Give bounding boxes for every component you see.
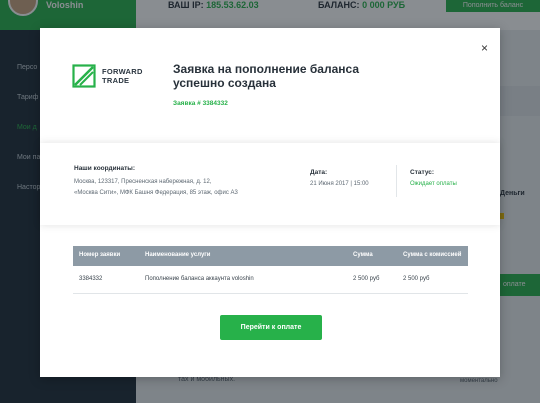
order-number: Заявка # 3384332 (173, 100, 228, 107)
modal-title: Заявка на пополнение баланса успешно соз… (173, 62, 359, 90)
date-value: 21 Июня 2017 | 15:00 (310, 181, 369, 187)
logo-icon (72, 64, 96, 88)
status-value: Ожидает оплаты (410, 181, 457, 187)
header-amount-commission: Сумма с комиссией (403, 252, 462, 258)
order-modal: × FORWARD TRADE Заявка на пополнение бал… (40, 28, 500, 377)
cell-service: Пополнение баланса аккаунта voloshin (145, 276, 254, 282)
header-service: Наименование услуги (145, 252, 211, 258)
order-info: Наши координаты: Москва, 123317, Преснен… (40, 143, 500, 225)
status-label: Статус: (410, 169, 435, 176)
cell-order-number: 3384332 (79, 276, 103, 282)
header-amount: Сумма (353, 252, 373, 258)
header-order-number: Номер заявки (79, 252, 121, 258)
proceed-to-payment-button[interactable]: Перейти к оплате (220, 315, 322, 340)
logo-text: FORWARD TRADE (102, 67, 143, 85)
divider (396, 165, 397, 197)
table-header: Номер заявки Наименование услуги Сумма С… (73, 246, 468, 266)
table-row: 3384332 Пополнение баланса аккаунта volo… (73, 266, 468, 294)
order-table: Номер заявки Наименование услуги Сумма С… (73, 246, 468, 294)
cell-amount: 2 500 руб (353, 276, 380, 282)
close-icon[interactable]: × (481, 42, 488, 54)
cell-amount-commission: 2 500 руб (403, 276, 430, 282)
date-label: Дата: (310, 169, 328, 176)
coords-label: Наши координаты: (74, 165, 136, 172)
coords-address: Москва, 123317, Пресненская набережная, … (74, 179, 238, 196)
